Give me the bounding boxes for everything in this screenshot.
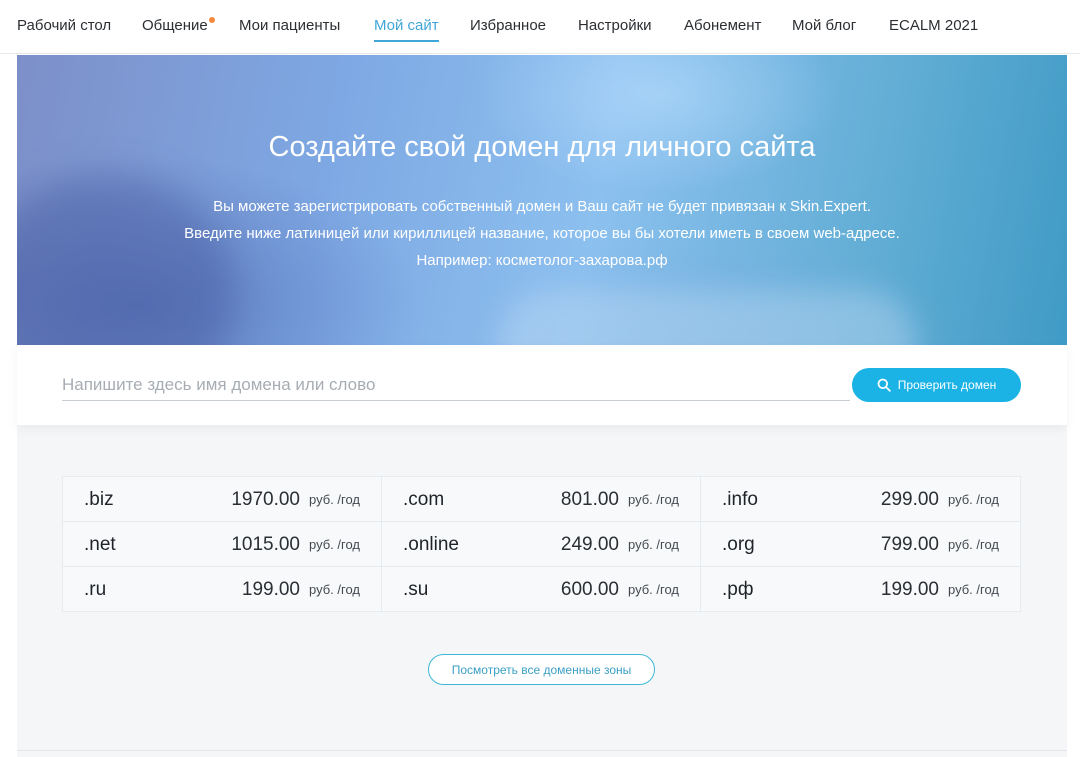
nav-item-ecalm[interactable]: ECALM 2021	[889, 16, 978, 36]
zone-price-unit: руб. /год	[628, 537, 679, 552]
top-navigation: Рабочий стол Общение Мои пациенты Мой са…	[0, 0, 1080, 54]
nav-item-my-site[interactable]: Мой сайт	[374, 16, 439, 42]
nav-item-settings[interactable]: Настройки	[578, 16, 652, 36]
zone-price: 299.00	[880, 489, 939, 510]
zone-name: .рф	[722, 579, 754, 600]
nav-item-my-blog[interactable]: Мой блог	[792, 16, 856, 36]
nav-item-favorites[interactable]: Избранное	[470, 16, 546, 36]
domain-zone-cell[interactable]: .ru 199.00 руб. /год	[63, 567, 382, 612]
hero-background-shape	[497, 290, 917, 345]
zone-price-unit: руб. /год	[948, 492, 999, 507]
hero-example-line: Например: косметолог-захарова.рф	[416, 252, 668, 269]
domain-zone-cell[interactable]: .online 249.00 руб. /год	[382, 522, 701, 567]
check-domain-button[interactable]: Проверить домен	[852, 368, 1021, 402]
domain-zone-cell[interactable]: .рф 199.00 руб. /год	[701, 567, 1020, 612]
domain-zones-table: .biz 1970.00 руб. /год .com 801.00 руб. …	[62, 476, 1021, 612]
zone-price-unit: руб. /год	[948, 537, 999, 552]
check-domain-button-label: Проверить домен	[897, 378, 997, 392]
search-icon	[877, 378, 891, 392]
hero-banner: Создайте свой домен для личного сайта Вы…	[17, 55, 1067, 345]
domain-search-card: Проверить домен	[17, 345, 1067, 425]
zone-price: 1015.00	[231, 534, 300, 555]
hero-title: Создайте свой домен для личного сайта	[268, 131, 816, 163]
zone-name: .online	[403, 534, 459, 555]
nav-item-subscription[interactable]: Абонемент	[684, 16, 761, 36]
zone-name: .net	[84, 534, 116, 555]
zone-name: .com	[403, 489, 445, 510]
zone-price-unit: руб. /год	[628, 582, 679, 597]
zone-price-unit: руб. /год	[948, 582, 999, 597]
domain-search-input[interactable]	[62, 369, 850, 401]
domain-zone-cell[interactable]: .biz 1970.00 руб. /год	[63, 477, 382, 522]
zone-name: .ru	[84, 579, 107, 600]
zone-price: 801.00	[560, 489, 619, 510]
hero-description-line: Вы можете зарегистрировать собственный д…	[213, 198, 871, 215]
domain-zone-cell[interactable]: .com 801.00 руб. /год	[382, 477, 701, 522]
zone-price: 1970.00	[231, 489, 300, 510]
zone-name: .su	[403, 579, 429, 600]
view-all-domain-zones-button[interactable]: Посмотреть все доменные зоны	[428, 654, 655, 685]
notification-dot	[208, 17, 215, 23]
zone-price: 249.00	[560, 534, 619, 555]
domain-zone-cell[interactable]: .info 299.00 руб. /год	[701, 477, 1020, 522]
domain-zone-cell[interactable]: .org 799.00 руб. /год	[701, 522, 1020, 567]
zone-price-unit: руб. /год	[628, 492, 679, 507]
nav-item-my-patients[interactable]: Мои пациенты	[239, 16, 340, 36]
zone-name: .info	[722, 489, 758, 510]
zone-name: .biz	[84, 489, 114, 510]
zone-price: 199.00	[880, 579, 939, 600]
zone-price-unit: руб. /год	[309, 582, 360, 597]
nav-item-messages[interactable]: Общение	[142, 16, 215, 36]
zone-price: 600.00	[560, 579, 619, 600]
domain-zone-cell[interactable]: .su 600.00 руб. /год	[382, 567, 701, 612]
divider	[17, 750, 1067, 751]
zone-price: 799.00	[880, 534, 939, 555]
nav-item-desktop[interactable]: Рабочий стол	[17, 16, 111, 36]
hero-description-line: Введите ниже латиницей или кириллицей на…	[184, 225, 900, 242]
domain-zone-cell[interactable]: .net 1015.00 руб. /год	[63, 522, 382, 567]
zone-price-unit: руб. /год	[309, 492, 360, 507]
nav-item-label: Общение	[142, 17, 208, 34]
zone-price: 199.00	[241, 579, 300, 600]
zone-price-unit: руб. /год	[309, 537, 360, 552]
zone-name: .org	[722, 534, 755, 555]
